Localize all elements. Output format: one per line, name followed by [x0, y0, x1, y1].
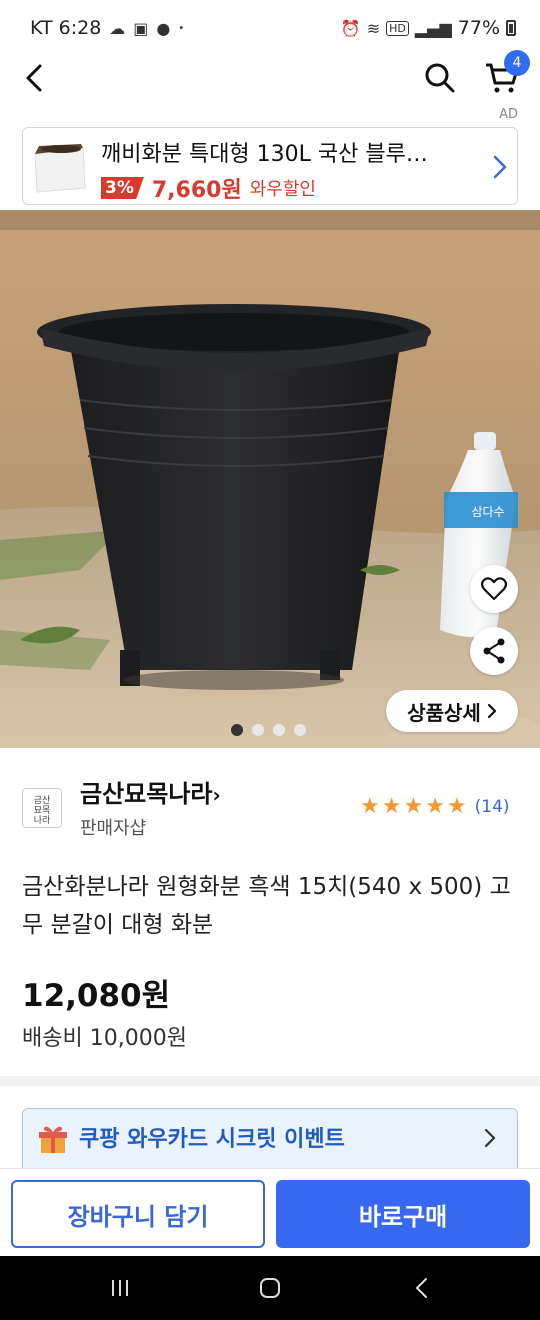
system-navigation-bar	[0, 1256, 540, 1320]
product-detail-button[interactable]: 상품상세	[386, 690, 518, 732]
status-bar: KT 6:28 ☁ ▣ ● • ⏰ ≋ HD ▂▄▆ 77%	[0, 0, 540, 56]
ad-wow-discount: 와우할인	[249, 179, 316, 200]
seller-name-link[interactable]: 금산묘목나라›	[80, 774, 221, 809]
chevron-right-icon	[487, 703, 496, 719]
ad-price: 7,660원	[151, 178, 242, 203]
status-left: KT 6:28 ☁ ▣ ● •	[30, 17, 184, 39]
star-icon: ★	[360, 794, 380, 819]
rating-summary[interactable]: ★ ★ ★ ★ ★ (14)	[360, 796, 510, 818]
star-icon: ★	[403, 794, 424, 819]
home-icon[interactable]	[258, 1276, 282, 1300]
promo-text: 쿠팡 와우카드 시크릿 이벤트	[79, 1127, 345, 1152]
svg-text:묘목: 묘목	[34, 805, 51, 816]
wifi-icon: ≋	[366, 18, 381, 38]
carousel-indicator	[231, 724, 306, 736]
star-icon: ★	[381, 794, 402, 819]
star-icon: ★	[446, 794, 467, 819]
ad-title: 깨비화분 특대형 130L 국산 블루…	[101, 142, 428, 167]
ad-discount-badge: 3%	[101, 177, 144, 199]
product-detail-label: 상품상세	[407, 700, 481, 725]
chevron-right-icon	[493, 155, 507, 179]
chevron-right-icon: ›	[212, 783, 221, 807]
back-button[interactable]	[14, 56, 54, 100]
search-icon	[425, 63, 455, 93]
dot-icon: •	[178, 22, 185, 34]
share-icon	[483, 638, 505, 664]
search-button[interactable]	[418, 56, 462, 100]
product-title: 금산화분나라 원형화분 흑색 15치(540 x 500) 고무 분갈이 대형 …	[22, 874, 511, 938]
like-button[interactable]	[470, 565, 518, 613]
status-right: ⏰ ≋ HD ▂▄▆ 77%	[341, 17, 516, 39]
seller-name: 금산묘목나라	[80, 780, 213, 808]
recents-icon[interactable]	[108, 1276, 132, 1300]
carousel-dot[interactable]	[294, 724, 306, 736]
gift-icon	[39, 1126, 67, 1153]
bottle-label: 삼다수	[471, 505, 504, 519]
alarm-icon: ⏰	[340, 18, 361, 38]
chevron-right-icon	[484, 1128, 496, 1148]
buy-now-button[interactable]: 바로구매	[276, 1180, 530, 1248]
carousel-dot[interactable]	[231, 724, 243, 736]
ad-price-row: 3% 7,660원 와우할인	[101, 172, 316, 204]
product-price: 12,080원	[22, 978, 171, 1014]
add-to-cart-button[interactable]: 장바구니 담기	[11, 1180, 265, 1248]
product-photo: 삼다수	[0, 210, 540, 748]
ad-product-thumbnail	[34, 144, 86, 193]
battery-icon	[506, 20, 516, 36]
battery-percent: 77%	[457, 17, 500, 39]
svg-text:나라: 나라	[34, 815, 51, 825]
purchase-action-bar: 장바구니 담기 바로구매	[0, 1168, 540, 1256]
review-count: (14)	[474, 797, 510, 817]
carousel-dot[interactable]	[273, 724, 285, 736]
signal-icon: ▂▄▆	[414, 18, 452, 38]
hd-icon: HD	[386, 20, 409, 36]
heart-icon	[481, 577, 507, 601]
system-back-icon[interactable]	[410, 1276, 434, 1300]
product-image-carousel[interactable]: 삼다수	[0, 210, 540, 748]
section-divider	[0, 1076, 540, 1086]
carrier-time: KT 6:28	[30, 17, 102, 39]
svg-text:금산: 금산	[34, 795, 51, 806]
share-button[interactable]	[470, 627, 518, 675]
cloud-icon: ☁	[109, 18, 126, 38]
star-icon: ★	[425, 794, 445, 819]
cart-count-badge: 4	[504, 50, 530, 76]
carousel-dot[interactable]	[252, 724, 264, 736]
promo-banner[interactable]: 쿠팡 와우카드 시크릿 이벤트	[22, 1108, 518, 1168]
seller-logo[interactable]: 금산 묘목 나라	[22, 788, 62, 828]
gallery-icon: ▣	[133, 18, 149, 38]
seller-shop-label: 판매자샵	[80, 818, 147, 839]
back-arrow-icon	[26, 64, 42, 92]
top-nav	[0, 56, 540, 100]
chat-icon: ●	[156, 18, 171, 38]
shipping-fee: 배송비 10,000원	[22, 1026, 187, 1051]
ad-banner[interactable]: 깨비화분 특대형 130L 국산 블루… 3% 7,660원 와우할인	[22, 127, 518, 205]
seller-logo-image: 금산 묘목 나라	[34, 795, 51, 825]
ad-label: AD	[499, 107, 518, 122]
